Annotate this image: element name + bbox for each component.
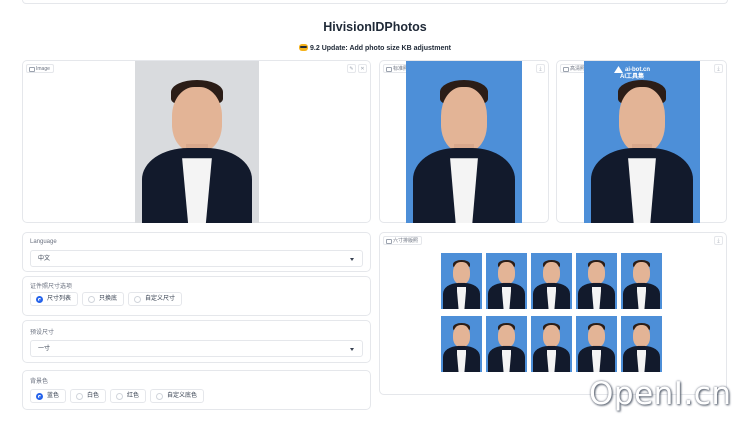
layout-mini-photo (621, 253, 662, 309)
layout-mini-photo (576, 316, 617, 372)
page-title: HivisionIDPhotos (323, 20, 427, 34)
language-label: Language (30, 239, 57, 245)
layout-mini-photo (531, 316, 572, 372)
top-divider (22, 0, 728, 4)
language-value: 中文 (38, 256, 51, 262)
background-color-options: 蓝色 白色 红色 自定义底色 (30, 389, 205, 403)
hd-photo (584, 61, 700, 223)
layout-mini-photo (486, 316, 527, 372)
page: HivisionIDPhotos 9.2 Update: Add photo s… (0, 0, 750, 421)
watermark-url: ai-bot.cn (625, 67, 650, 74)
update-notice: 9.2 Update: Add photo size KB adjustment (0, 43, 750, 52)
size-option-custom[interactable]: 自定义尺寸 (128, 292, 183, 306)
preset-size-label: 预设尺寸 (30, 330, 55, 336)
input-image-panel[interactable]: Image ✎ ✕ (22, 60, 371, 223)
chevron-down-icon (350, 258, 354, 261)
size-mode-label: 证件照尺寸选项 (30, 284, 73, 290)
background-color-field: 背景色 蓝色 白色 红色 自定义底色 (22, 370, 371, 410)
size-mode-field: 证件照尺寸选项 尺寸列表 只换底 自定义尺寸 (22, 276, 371, 316)
preset-size-select[interactable]: 一寸 (30, 340, 363, 357)
language-field: Language 中文 (22, 232, 371, 272)
bg-option-white[interactable]: 白色 (70, 389, 107, 403)
pencil-icon[interactable]: ✎ (347, 64, 356, 73)
close-icon[interactable]: ✕ (358, 64, 367, 73)
ai-bot-logo-icon (614, 66, 623, 73)
hd-photo-panel: 高清照 ⤓ (556, 60, 727, 223)
update-notice-text: 9.2 Update: Add photo size KB adjustment (310, 45, 451, 52)
layout-photo-label: 六寸排版照 (383, 236, 423, 245)
preset-size-value: 一寸 (38, 346, 51, 352)
size-mode-options: 尺寸列表 只换底 自定义尺寸 (30, 292, 183, 306)
size-option-list[interactable]: 尺寸列表 (30, 292, 79, 306)
background-color-label: 背景色 (30, 379, 49, 385)
chevron-down-icon (350, 348, 354, 351)
watermark-brand: AI工具集 (619, 74, 644, 81)
bg-option-custom[interactable]: 自定义底色 (150, 389, 205, 403)
download-icon[interactable]: ⤓ (536, 64, 545, 73)
sunglasses-icon (299, 44, 309, 51)
layout-mini-photo (576, 253, 617, 309)
layout-mini-photo (441, 253, 482, 309)
standard-photo-panel: 标准照 ⤓ (379, 60, 549, 223)
layout-photo-grid (441, 253, 663, 373)
input-image-label: Image (26, 64, 54, 73)
layout-mini-photo (621, 316, 662, 372)
size-option-bg-only[interactable]: 只换底 (82, 292, 125, 306)
site-watermark: OpenI.cn (589, 376, 732, 412)
standard-photo (406, 61, 522, 223)
download-icon[interactable]: ⤓ (714, 236, 723, 245)
download-icon[interactable]: ⤓ (714, 64, 723, 73)
bg-option-blue[interactable]: 蓝色 (30, 389, 67, 403)
ai-bot-watermark: ai-bot.cn AI工具集 (614, 66, 650, 81)
layout-mini-photo (486, 253, 527, 309)
layout-mini-photo (441, 316, 482, 372)
uploaded-photo (135, 61, 259, 223)
layout-mini-photo (531, 253, 572, 309)
preset-size-field: 预设尺寸 一寸 (22, 320, 371, 363)
language-select[interactable]: 中文 (30, 250, 363, 267)
bg-option-red[interactable]: 红色 (110, 389, 147, 403)
